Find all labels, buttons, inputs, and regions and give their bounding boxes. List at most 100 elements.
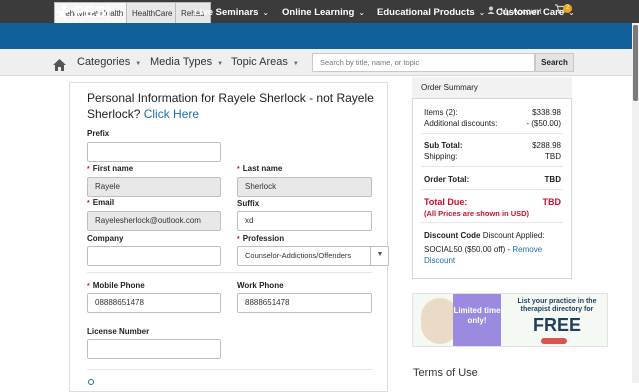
chevron-down-icon: ⌄ [358,8,366,17]
company-label: Company [87,234,124,243]
summary-divider [421,189,563,190]
first-name-label-text: First name [92,164,134,173]
scrollbar-thumb[interactable] [633,25,638,101]
order-total-row: Order Total: TBD [424,175,561,184]
nav-educational-label: Educational Products [377,7,475,18]
page-scrollbar[interactable] [632,23,639,383]
topic-areas-label: Topic Areas [231,56,288,68]
discounts-row: Additional discounts: - ($50.00) [424,119,561,128]
therapist-directory-ad[interactable]: Limited time only! List your practice in… [412,293,608,347]
section-divider [87,369,372,370]
chevron-down-icon[interactable]: ▼ [370,246,389,265]
categories-dropdown[interactable]: Categories ▼ [77,49,141,76]
caret-down-icon: ▼ [135,61,142,67]
brand-name: PESI [74,4,111,21]
company-input[interactable] [87,246,221,266]
order-total-value: TBD [544,175,561,184]
required-asterisk: * [87,283,90,290]
limited-time-badge: Limited time only! [453,294,501,346]
subtotal-label: Sub Total: [424,141,463,150]
order-summary-title: Order Summary [412,77,572,99]
last-name-input[interactable]: Sherlock [237,177,372,197]
first-name-label: * First name [87,164,133,173]
nav-online-learning[interactable]: Online Learning ⌄ [282,0,365,26]
shipping-row: Shipping: TBD [424,152,561,161]
personal-info-heading: Personal Information for Rayele Sherlock… [87,90,387,122]
search-input[interactable]: Search by title, name, or topic [312,53,535,72]
last-name-label: * Last name [237,164,282,173]
nav-live-label: Live Seminars [194,7,259,18]
summary-divider [421,133,563,134]
required-asterisk: * [237,166,240,173]
items-label: Items (2): [424,108,458,117]
tab-healthcare[interactable]: HealthCare [126,2,179,23]
license-number-label: License Number [87,327,150,336]
main-nav [0,23,632,49]
click-here-link[interactable]: Click Here [144,107,199,121]
work-phone-input[interactable]: 8888651478 [237,293,372,313]
required-asterisk: * [87,200,90,207]
mobile-phone-label: * Mobile Phone [87,281,145,290]
subtotal-value: $288.98 [532,141,561,150]
email-label: * Email [87,198,114,207]
ad-free-text: FREE [532,315,581,335]
first-name-input[interactable]: Rayele [87,177,221,197]
shipping-label: Shipping: [424,152,458,161]
discount-code-row: Discount Code Discount Applied: [424,231,561,240]
nav-online-label: Online Learning [282,7,355,18]
profession-label-text: Profession [242,234,285,243]
media-types-label: Media Types [150,56,213,68]
items-value: $338.98 [532,108,561,117]
brand-logo[interactable]: PESI [54,2,110,24]
radio-icon[interactable] [88,379,94,385]
shipping-value: TBD [545,152,561,161]
suffix-label: Suffix [237,199,260,208]
profession-label: * Profession [237,234,284,243]
ad-button[interactable] [541,338,567,344]
discount-detail: SOCIAL50 ($50.00 off) - Remove Discount [424,244,561,266]
heading-text: Personal Information for Rayele Sherlock… [87,91,374,121]
caret-down-icon: ▼ [217,61,224,67]
nav-customer-label: Customer Care [496,7,565,18]
mobile-phone-label-text: Mobile Phone [92,281,145,290]
total-due-label: Total Due: [424,197,468,207]
usd-note: (All Prices are shown in USD) [424,209,530,218]
order-total-label: Order Total: [424,175,470,184]
email-label-text: Email [92,198,115,207]
chevron-down-icon: ⌄ [262,8,270,17]
required-asterisk: * [87,166,90,173]
mobile-phone-input[interactable]: 08888651478 [87,293,221,313]
discounts-label: Additional discounts: [424,119,498,128]
terms-of-use-heading[interactable]: Terms of Use [413,367,478,379]
suffix-input[interactable]: xd [237,211,372,231]
ad-headline: List your practice in the therapist dire… [517,298,597,313]
discount-applied-label: Discount Applied: [482,231,545,240]
total-due-value: TBD [542,197,562,207]
discounts-value: - ($50.00) [526,119,561,128]
required-asterisk: * [237,236,240,243]
last-name-label-text: Last name [242,164,283,173]
chevron-down-icon: ⌄ [568,8,575,17]
caret-down-icon: ▼ [292,61,299,67]
license-number-input[interactable] [87,339,221,359]
home-icon[interactable] [53,55,66,71]
categories-label: Categories [77,56,131,68]
work-phone-label: Work Phone [237,281,284,290]
section-divider [87,272,372,273]
media-types-dropdown[interactable]: Media Types ▼ [150,49,223,76]
summary-divider [421,166,563,167]
items-row: Items (2): $338.98 [424,108,561,117]
discount-code-value: SOCIAL50 ($50.00 off) - [424,245,511,254]
email-input[interactable]: Rayelesherlock@outlook.com [87,211,221,231]
total-due-row: Total Due: TBD [424,197,561,207]
pesi-logo-icon [56,4,70,21]
nav-live-seminars[interactable]: Live Seminars ⌄ [194,0,269,26]
profession-select[interactable]: Counselor-Addictions/Offenders [237,246,389,266]
prefix-input[interactable] [87,142,221,162]
summary-divider [421,222,563,223]
nav-customer-care[interactable]: Customer Care ⌄ [496,0,575,26]
topic-areas-dropdown[interactable]: Topic Areas ▼ [231,49,299,76]
search-button[interactable]: Search [535,53,574,72]
chevron-down-icon: ⌄ [478,8,486,17]
nav-educational-products[interactable]: Educational Products ⌄ [377,0,485,26]
